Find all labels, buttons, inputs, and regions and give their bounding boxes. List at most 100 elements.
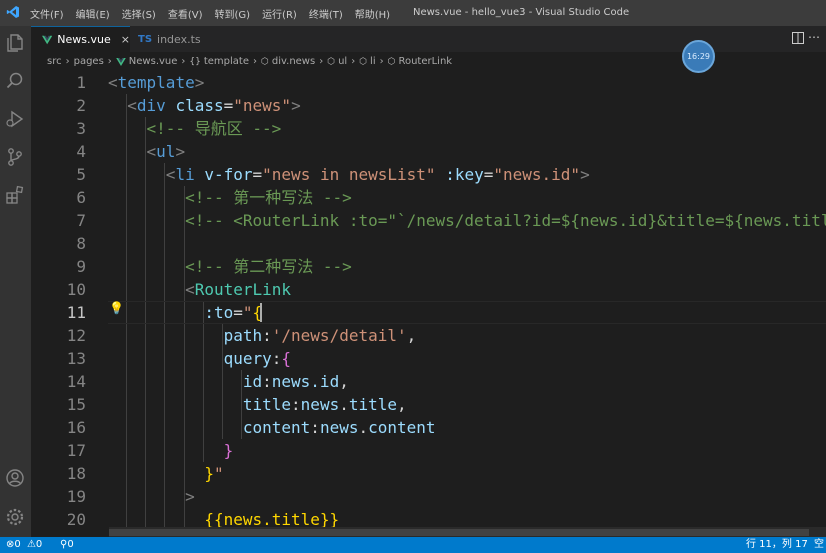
breadcrumb-item[interactable]: {} template	[189, 56, 249, 67]
tab-label: index.ts	[157, 32, 201, 46]
code-line-5: <li v-for="news in newsList" :key="news.…	[165, 165, 590, 184]
line-number: 18	[66, 464, 86, 483]
menu-file[interactable]: 文件(F)	[30, 6, 64, 21]
line-number: 17	[66, 441, 86, 460]
line-number: 16	[66, 418, 86, 437]
chevron-right-icon: ›	[181, 56, 186, 67]
element-icon: ⬡	[327, 56, 336, 67]
breadcrumb-label: li	[370, 56, 376, 67]
text-cursor	[260, 303, 262, 322]
code-line-16: content:news.content	[242, 418, 436, 437]
line-number: 12	[66, 326, 86, 345]
vue-icon	[115, 57, 126, 66]
menu-help[interactable]: 帮助(H)	[355, 6, 390, 21]
code-line-13: query:{	[223, 349, 292, 368]
menu-edit[interactable]: 编辑(E)	[76, 6, 110, 21]
run-debug-icon[interactable]	[4, 108, 26, 130]
status-bar: ⊗0 ⚠0 ⚲0 行 11，列 17 空	[0, 537, 826, 553]
line-number: 20	[66, 510, 86, 529]
element-icon: ⬡	[261, 56, 269, 67]
braces-icon: {}	[189, 56, 201, 67]
code-line-6: <!-- 第一种写法 -->	[185, 188, 352, 207]
menu-view[interactable]: 查看(V)	[168, 6, 203, 21]
code-line-19: >	[185, 487, 195, 506]
settings-gear-icon[interactable]	[4, 506, 26, 528]
line-number: 9	[76, 257, 86, 276]
problems-indicator[interactable]: ⊗0 ⚠0	[6, 537, 42, 553]
vscode-logo-icon	[6, 6, 19, 18]
line-number: 13	[66, 349, 86, 368]
code-line-7: <!-- <RouterLink :to="`/news/detail?id=$…	[185, 211, 826, 230]
indentation-status[interactable]: 空	[814, 537, 824, 553]
line-number: 5	[76, 165, 86, 184]
tab-index-ts[interactable]: TS index.ts	[130, 26, 210, 52]
breadcrumb-item[interactable]: News.vue	[115, 56, 178, 67]
line-number: 6	[76, 188, 86, 207]
code-line-14: id:news.id,	[242, 372, 349, 391]
line-number: 15	[66, 395, 86, 414]
code-line-9: <!-- 第二种写法 -->	[185, 257, 352, 276]
breadcrumb-label: template	[203, 56, 250, 67]
breadcrumb-label: News.vue	[128, 56, 178, 67]
ts-icon: TS	[138, 33, 153, 45]
line-number: 19	[66, 487, 86, 506]
code-editor[interactable]: 1 2 3 4 5 6 7 8 9 10 11 12 13 14 15 16 1…	[31, 71, 826, 537]
line-number: 10	[66, 280, 86, 299]
code-line-17: }	[223, 441, 234, 460]
ports-indicator[interactable]: ⚲0	[60, 537, 74, 553]
horizontal-scrollbar[interactable]	[109, 527, 826, 537]
menu-selection[interactable]: 选择(S)	[122, 6, 156, 21]
chevron-right-icon: ›	[319, 56, 324, 67]
line-number: 3	[76, 119, 86, 138]
tab-label: News.vue	[57, 33, 111, 46]
split-editor-icon[interactable]	[792, 32, 804, 44]
activity-bar	[0, 26, 31, 537]
line-number: 2	[76, 96, 86, 115]
code-line-3: <!-- 导航区 -->	[146, 119, 282, 138]
scrollbar-thumb[interactable]	[109, 529, 809, 536]
vue-icon	[42, 35, 53, 44]
code-line-15: title:news.title,	[242, 395, 407, 414]
warning-icon: ⚠	[26, 539, 36, 550]
element-icon: ⬡	[387, 56, 396, 67]
breadcrumb-item[interactable]: pages	[74, 56, 104, 67]
menu-terminal[interactable]: 终端(T)	[309, 6, 343, 21]
chevron-right-icon: ›	[253, 56, 258, 67]
breadcrumb-item[interactable]: ⬡ li	[359, 56, 375, 67]
line-number: 8	[76, 234, 86, 253]
search-icon[interactable]	[4, 70, 26, 92]
line-number: 4	[76, 142, 86, 161]
extensions-icon[interactable]	[4, 184, 26, 206]
code-line-4: <ul>	[146, 142, 186, 161]
line-number: 14	[66, 372, 86, 391]
cursor-position[interactable]: 行 11，列 17	[746, 537, 808, 553]
source-control-icon[interactable]	[4, 146, 26, 168]
breadcrumb-label: ul	[338, 56, 348, 67]
explorer-icon[interactable]	[4, 32, 26, 54]
chevron-right-icon: ›	[65, 56, 70, 67]
code-line-11: :to="{	[204, 303, 263, 322]
line-number-current: 11	[66, 303, 86, 322]
tab-news-vue[interactable]: News.vue ×	[31, 26, 130, 52]
element-icon: ⬡	[359, 56, 368, 67]
close-icon[interactable]: ×	[121, 33, 130, 46]
menu-run[interactable]: 运行(R)	[262, 6, 297, 21]
title-bar: 文件(F) 编辑(E) 选择(S) 查看(V) 转到(G) 运行(R) 终端(T…	[0, 0, 826, 26]
breadcrumb-item[interactable]: ⬡ RouterLink	[388, 56, 452, 67]
breadcrumb-item[interactable]: ⬡ ul	[327, 56, 347, 67]
window-title: News.vue - hello_vue3 - Visual Studio Co…	[413, 7, 630, 18]
breadcrumb-item[interactable]: ⬡ div.news	[261, 56, 315, 67]
code-line-1: <template>	[108, 73, 205, 92]
line-number: 1	[76, 73, 86, 92]
code-line-2: <div class="news">	[127, 96, 301, 115]
more-actions-icon[interactable]: ⋯	[808, 30, 820, 44]
chevron-right-icon: ›	[379, 56, 384, 67]
recorder-avatar[interactable]: 16:29	[682, 40, 715, 73]
menu-go[interactable]: 转到(G)	[215, 6, 251, 21]
accounts-icon[interactable]	[4, 467, 26, 489]
menu-bar: 文件(F) 编辑(E) 选择(S) 查看(V) 转到(G) 运行(R) 终端(T…	[30, 0, 402, 26]
code-line-18: }"	[204, 464, 224, 483]
breadcrumb-item[interactable]: src	[47, 56, 62, 67]
chevron-right-icon: ›	[107, 56, 112, 67]
breadcrumb-label: RouterLink	[398, 56, 453, 67]
